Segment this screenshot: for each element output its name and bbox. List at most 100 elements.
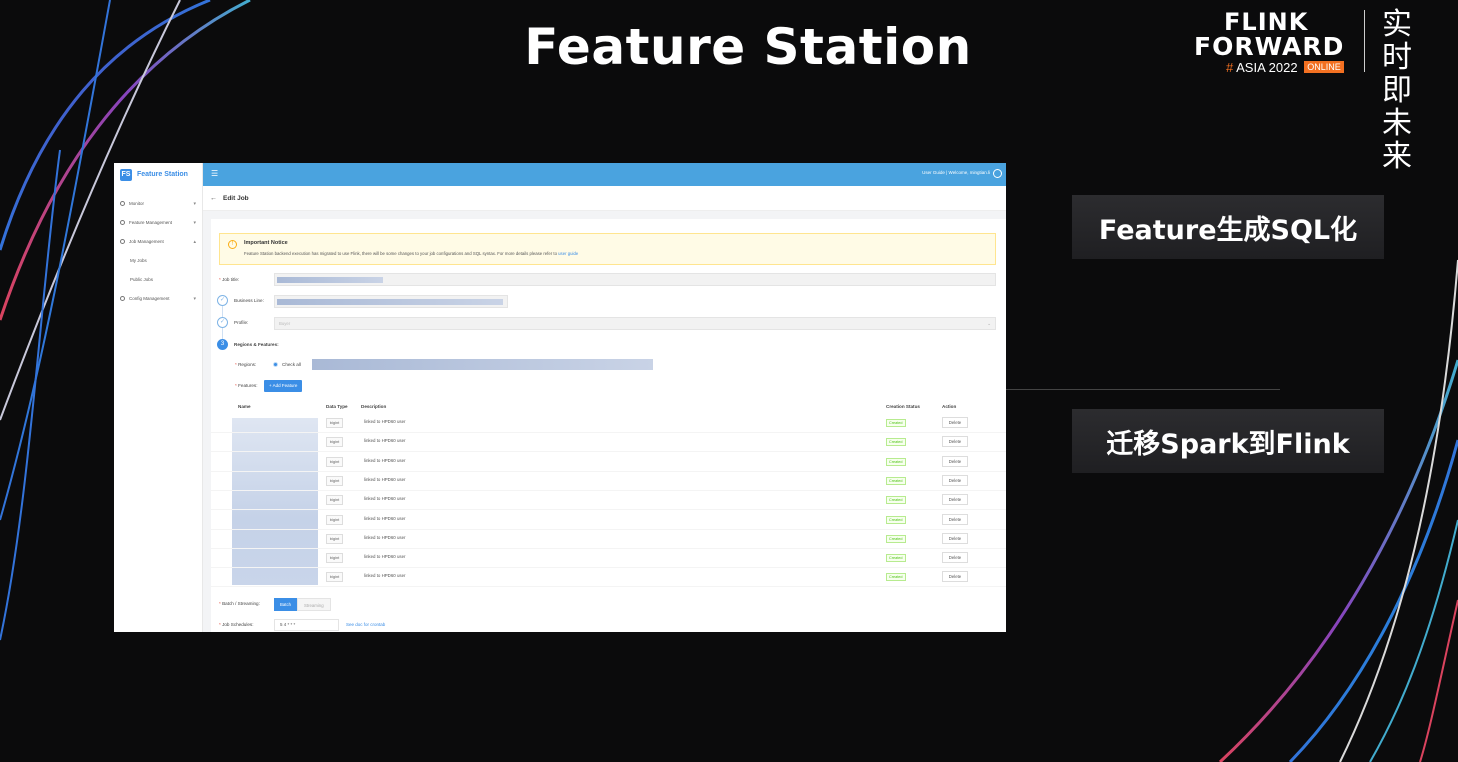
delete-button[interactable]: Delete: [942, 532, 968, 544]
app-screenshot: FS Feature Station Monitor ▾ Feature Man…: [114, 163, 1006, 632]
description-cell: linked to HPD60 user: [364, 515, 406, 521]
batch-streaming-label: * Batch / Streaming:: [219, 601, 260, 606]
sidebar-item-label: Job Management: [129, 239, 164, 244]
redacted-value: [277, 299, 503, 305]
table-row: bigint linked to HPD60 user Created Delete: [211, 549, 1006, 569]
redacted-value: [277, 277, 383, 283]
chevron-down-icon: ▾: [193, 219, 196, 226]
back-arrow-icon[interactable]: ←: [210, 195, 217, 202]
column-header: Action: [942, 404, 957, 409]
batch-option[interactable]: Batch: [274, 598, 297, 611]
sql-feature-card: Feature生成SQL化: [1072, 195, 1384, 259]
description-cell: linked to HPD60 user: [364, 457, 406, 463]
table-row: bigint linked to HPD60 user Created Delete: [211, 530, 1006, 549]
avatar[interactable]: [993, 169, 1002, 178]
column-header: Creation Status: [886, 404, 920, 409]
sidebar-item-config-management[interactable]: Config Management ▾: [114, 289, 202, 308]
menu-icon[interactable]: ☰: [211, 169, 218, 178]
user-guide-welcome[interactable]: User Guide | Welcome, mingtian.li: [922, 170, 990, 175]
step-check-icon: ✓: [217, 295, 228, 306]
business-line-label: Business Line:: [234, 298, 264, 303]
batch-streaming-toggle: Batch Streaming: [274, 598, 331, 611]
top-bar: ☰ User Guide | Welcome, mingtian.li: [203, 163, 1006, 186]
status-badge: Created: [886, 554, 906, 563]
data-type-tag: bigint: [326, 514, 343, 525]
table-row: bigint linked to HPD60 user Created Delete: [211, 511, 1006, 530]
data-type-tag: bigint: [326, 418, 343, 428]
status-badge: Created: [886, 419, 906, 427]
table-row: bigint linked to HPD60 user Created Delete: [211, 453, 1006, 472]
flink-forward-logo: FLINK FORWARD # ASIA 2022 ONLINE 实时即未来: [1192, 6, 1452, 173]
notice-text: Feature Station backend execution has mi…: [244, 251, 578, 256]
table-row: bigint linked to HPD60 user Created Delete: [211, 433, 1006, 453]
column-header: Data Type: [326, 404, 348, 409]
delete-button[interactable]: Delete: [942, 513, 968, 525]
crontab-doc-link[interactable]: See doc for crontab: [346, 622, 385, 627]
chevron-down-icon: ⌄: [987, 321, 991, 326]
logo-cn-text: 实时即未来: [1382, 7, 1412, 174]
description-cell: linked to HPD60 user: [364, 496, 406, 502]
data-type-tag: bigint: [326, 533, 343, 544]
monitor-icon: [120, 201, 125, 206]
status-badge: Created: [886, 534, 906, 543]
job-title-input[interactable]: [274, 273, 996, 286]
logo-hash: #: [1226, 60, 1234, 75]
description-cell: linked to HPD60 user: [364, 438, 406, 444]
data-type-tag: bigint: [326, 553, 343, 564]
features-table-header: Name Data Type Description Creation Stat…: [211, 401, 1006, 413]
chevron-down-icon: ▾: [193, 295, 196, 302]
sidebar-item-feature-management[interactable]: Feature Management ▾: [114, 213, 202, 232]
brand[interactable]: FS Feature Station: [114, 163, 202, 186]
sidebar-item-label: Feature Management: [129, 220, 173, 225]
check-all-label[interactable]: Check all: [282, 362, 301, 367]
sidebar-item-label: My Jobs: [130, 258, 147, 263]
user-guide-link[interactable]: user guide: [558, 251, 578, 256]
logo-event: # ASIA 2022 ONLINE: [1226, 60, 1344, 75]
profile-select[interactable]: Buyer ⌄: [274, 317, 996, 330]
regions-features-label: Regions & Features:: [234, 342, 279, 347]
cron-input[interactable]: 5 4 * * *: [274, 619, 339, 631]
sidebar-item-monitor[interactable]: Monitor ▾: [114, 194, 202, 213]
data-type-tag: bigint: [326, 475, 343, 486]
description-cell: linked to HPD60 user: [364, 476, 406, 482]
logo-forward-text: FORWARD: [1194, 32, 1345, 61]
feature-icon: [120, 220, 125, 225]
delete-button[interactable]: Delete: [942, 474, 968, 486]
delete-button[interactable]: Delete: [942, 571, 968, 583]
delete-button[interactable]: Delete: [942, 417, 968, 428]
notice-body: Feature Station backend execution has mi…: [244, 251, 559, 256]
column-header: Description: [361, 404, 387, 409]
logo-divider: [1364, 10, 1365, 72]
data-type-tag: bigint: [326, 495, 343, 506]
add-feature-button[interactable]: + Add Feature: [264, 380, 303, 392]
description-cell: linked to HPD60 user: [364, 419, 406, 424]
chevron-up-icon: ▴: [193, 238, 196, 245]
status-badge: Created: [886, 476, 906, 485]
table-row: bigint linked to HPD60 user Created Delete: [211, 414, 1006, 433]
delete-button[interactable]: Delete: [942, 455, 968, 467]
sidebar-item-job-management[interactable]: Job Management ▴: [114, 232, 202, 251]
important-notice: ! Important Notice Feature Station backe…: [219, 233, 996, 265]
data-type-tag: bigint: [326, 456, 343, 467]
delete-button[interactable]: Delete: [942, 552, 968, 564]
profile-label: Profile:: [234, 320, 249, 325]
sidebar-item-label: Public Jobs: [130, 277, 154, 282]
sidebar-item-label: Monitor: [129, 201, 145, 206]
job-title-label: * Job title:: [219, 277, 240, 282]
edit-job-form: ! Important Notice Feature Station backe…: [211, 219, 1006, 632]
streaming-option[interactable]: Streaming: [297, 598, 331, 611]
delete-button[interactable]: Delete: [942, 494, 968, 506]
logo-event-text: ASIA 2022: [1236, 60, 1298, 75]
check-all-radio[interactable]: [273, 362, 278, 367]
sidebar-item-my-jobs[interactable]: My Jobs: [114, 251, 202, 270]
chevron-down-icon: ▾: [193, 200, 196, 207]
sidebar-nav: Monitor ▾ Feature Management ▾ Job Manag…: [114, 194, 202, 308]
business-line-input[interactable]: [274, 295, 508, 308]
delete-button[interactable]: Delete: [942, 436, 968, 448]
brand-name: Feature Station: [137, 171, 188, 178]
brand-logo-icon: FS: [120, 168, 132, 181]
table-row: bigint linked to HPD60 user Created Delete: [211, 568, 1006, 588]
step-check-icon: ✓: [217, 317, 228, 328]
description-cell: linked to HPD60 user: [364, 554, 406, 560]
sidebar-item-public-jobs[interactable]: Public Jobs: [114, 270, 202, 289]
